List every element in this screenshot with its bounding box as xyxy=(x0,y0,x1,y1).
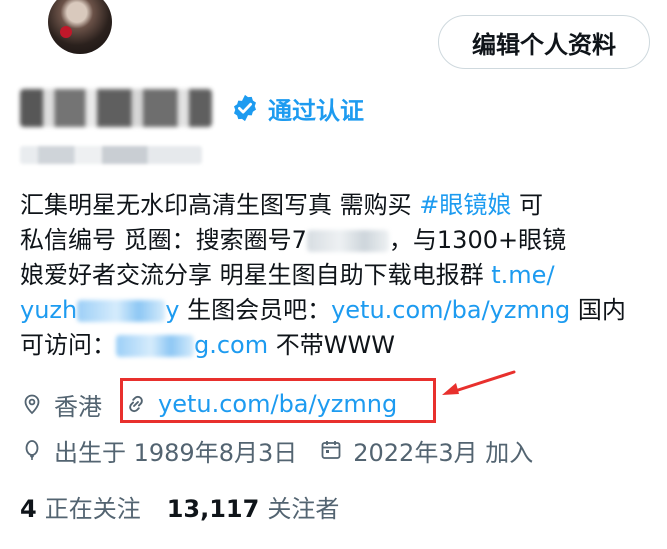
verified-badge-icon[interactable] xyxy=(230,93,260,123)
birth-date-text: 出生于 1989年8月3日 xyxy=(54,438,298,467)
location-pin-icon xyxy=(24,394,40,415)
following-label: 正在关注 xyxy=(44,494,141,523)
bio-line-2: 私信编号 觅圈：搜索圈号7 ，与1300+眼镜 xyxy=(20,223,660,258)
rose-decoration xyxy=(60,26,72,38)
bio-text: 可访问： xyxy=(20,331,116,359)
following-link[interactable]: 4 正在关注 xyxy=(20,489,141,524)
followers-link[interactable]: 13,117 关注者 xyxy=(167,489,340,524)
redacted-link xyxy=(77,300,166,322)
redacted-link xyxy=(116,335,194,357)
bio-text: 娘爱好者交流分享 明星生图自助下载电报群 xyxy=(20,261,492,289)
bio-website-link[interactable]: yetu.com/ba/yzmng xyxy=(331,296,570,324)
annotation-arrow-icon xyxy=(442,370,516,395)
bio-domain-link[interactable]: g.com xyxy=(194,331,268,359)
bio-line-1: 汇集明星无水印高清生图写真 需购买 #眼镜娘 可 xyxy=(20,188,660,223)
bio-line-3: 娘爱好者交流分享 明星生图自助下载电报群 t.me/ xyxy=(20,258,660,293)
balloon-icon xyxy=(25,440,39,460)
bio-text: 生图会员吧： xyxy=(179,296,332,324)
following-count: 4 xyxy=(20,494,37,523)
followers-count: 13,117 xyxy=(166,494,260,523)
bio: 汇集明星无水印高清生图写真 需购买 #眼镜娘 可 私信编号 觅圈：搜索圈号7 ，与… xyxy=(20,188,660,363)
redacted-text xyxy=(306,230,389,252)
calendar-icon xyxy=(321,441,341,459)
telegram-link-cont[interactable]: yuzh xyxy=(20,296,77,324)
follow-stats: 4 正在关注 13,117 关注者 xyxy=(20,488,339,524)
annotation-highlight-box xyxy=(120,378,436,423)
telegram-link-end[interactable]: y xyxy=(165,296,179,324)
bio-line-5: 可访问： g.com 不带WWW xyxy=(20,328,660,363)
location-text: 香港 xyxy=(54,392,102,421)
handle-blurred xyxy=(20,146,202,164)
bio-text: 国内 xyxy=(570,296,626,324)
followers-label: 关注者 xyxy=(267,494,340,523)
verified-label[interactable]: 通过认证 xyxy=(268,91,364,126)
bio-text: 私信编号 觅圈：搜索圈号7 xyxy=(20,226,307,254)
bio-line-4: yuzh y 生图会员吧：yetu.com/ba/yzmng 国内 xyxy=(20,293,660,328)
bio-text: 不带WWW xyxy=(268,331,395,359)
meta-row-2: 出生于 1989年8月3日 2022年3月 加入 xyxy=(20,430,533,470)
bio-text: 可 xyxy=(511,191,544,219)
telegram-link[interactable]: t.me/ xyxy=(491,261,554,289)
bio-text: 汇集明星无水印高清生图写真 需购买 xyxy=(20,191,420,219)
joined-date-text: 2022年3月 加入 xyxy=(353,438,534,467)
avatar[interactable] xyxy=(48,0,112,54)
bio-text: ，与1300+眼镜 xyxy=(388,226,567,254)
hashtag-link[interactable]: #眼镜娘 xyxy=(419,191,511,219)
edit-profile-button[interactable]: 编辑个人资料 xyxy=(438,15,650,69)
display-name-blurred xyxy=(20,89,212,127)
display-name-row: 通过认证 xyxy=(20,84,364,132)
